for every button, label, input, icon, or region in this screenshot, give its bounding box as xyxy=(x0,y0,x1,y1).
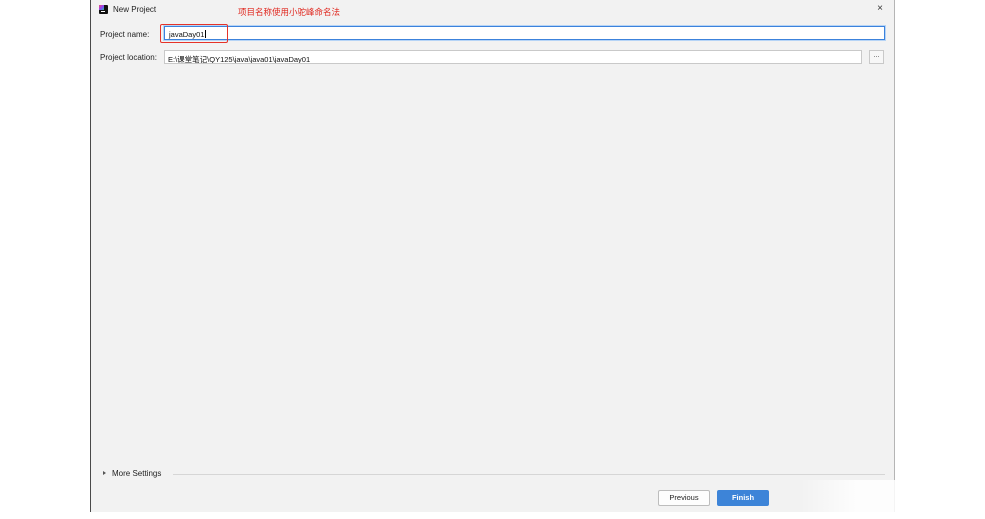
finish-button[interactable]: Finish xyxy=(717,490,769,506)
highlight-box xyxy=(160,24,228,43)
project-location-label: Project location: xyxy=(100,53,157,62)
project-location-input[interactable]: E:\课堂笔记\QY125\java\java01\javaDay01 xyxy=(164,50,862,64)
more-settings-toggle[interactable]: More Settings xyxy=(103,469,161,478)
close-icon[interactable]: × xyxy=(874,3,886,15)
dialog-title: New Project xyxy=(113,5,157,14)
previous-button[interactable]: Previous xyxy=(658,490,710,506)
naming-annotation: 项目名称使用小驼峰命名法 xyxy=(238,8,341,18)
browse-button[interactable]: ... xyxy=(869,50,884,64)
expand-arrow-icon xyxy=(103,471,106,475)
new-project-dialog: New Project 项目名称使用小驼峰命名法 × Project name:… xyxy=(90,0,895,512)
project-name-label: Project name: xyxy=(100,30,150,39)
more-settings-separator xyxy=(173,474,885,475)
intellij-idea-icon xyxy=(99,5,108,14)
more-settings-label: More Settings xyxy=(112,469,162,478)
project-name-input[interactable]: javaDay01 xyxy=(164,26,885,40)
dialog-titlebar: New Project 项目名称使用小驼峰命名法 × xyxy=(91,0,894,20)
